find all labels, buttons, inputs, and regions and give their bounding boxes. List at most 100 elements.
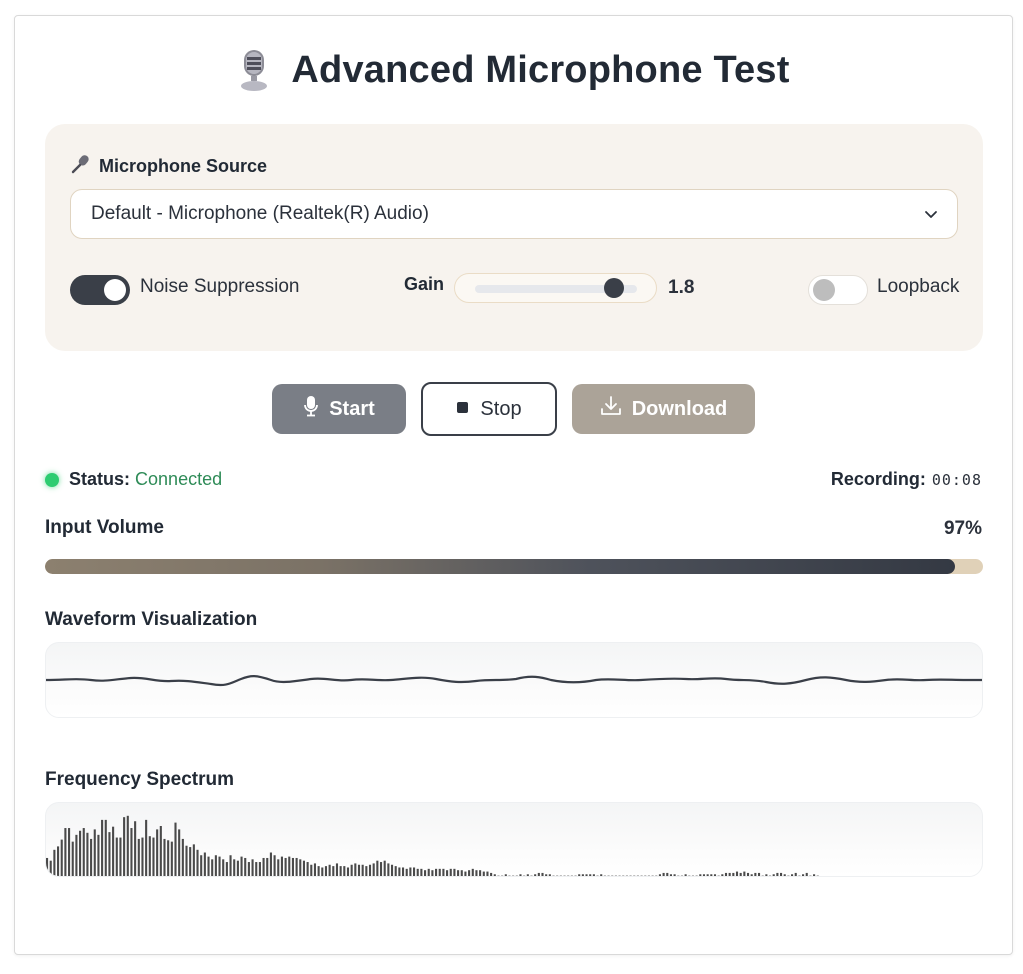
spectrum-bar [438, 868, 441, 876]
spectrum-bar [787, 875, 790, 876]
settings-panel: Microphone Source Default - Microphone (… [45, 124, 983, 351]
spectrum-bar [669, 874, 672, 876]
spectrum-bar [152, 837, 155, 876]
spectrum-bar [398, 867, 401, 876]
download-button[interactable]: Download [572, 384, 755, 434]
spectrum-bar [269, 852, 272, 876]
selected-microphone: Default - Microphone (Realtek(R) Audio) [91, 203, 429, 224]
spectrum-bar [457, 870, 460, 876]
input-volume-meter [45, 559, 983, 574]
noise-suppression-label: Noise Suppression [140, 276, 300, 297]
spectrum-bar [299, 859, 302, 876]
spectrum-bar [581, 874, 584, 876]
spectrum-bar [108, 832, 111, 876]
spectrum-bar [64, 828, 67, 876]
spectrum-bar [471, 868, 474, 876]
spectrum-bar [548, 874, 551, 876]
spectrum-bar [255, 862, 258, 876]
spectrum-bar [401, 867, 405, 876]
spectrum-bar [203, 852, 206, 876]
spectrum-bar [211, 859, 214, 876]
spectrum-bar [181, 838, 184, 876]
spectrum-bar [233, 859, 236, 876]
start-button[interactable]: Start [272, 384, 406, 434]
spectrum-bar [354, 863, 357, 876]
loopback-toggle[interactable] [808, 275, 868, 305]
spectrum-bar [629, 875, 632, 876]
spectrum-bar [101, 819, 104, 876]
spectrum-bar [794, 872, 797, 876]
spectrum-bar [713, 874, 717, 876]
gain-slider-handle[interactable] [604, 278, 625, 298]
spectrum-bar [75, 834, 78, 876]
spectrum-bar [280, 856, 283, 876]
spectrum-bar [420, 868, 423, 876]
spectrum-bar [310, 864, 313, 876]
spectrum-bar [596, 875, 599, 876]
spectrum-bar [383, 860, 386, 876]
spectrum-bar [49, 860, 52, 876]
spectrum-bar [295, 857, 298, 876]
spectrum-bar [68, 828, 71, 876]
spectrum-bar [409, 867, 412, 876]
spectrum-bar [156, 829, 159, 876]
spectrum-bar [416, 868, 419, 876]
spectrum-bar [798, 875, 801, 876]
gain-slider[interactable] [454, 273, 657, 303]
spectrum-bar [413, 867, 416, 876]
spectrum-bar [376, 860, 379, 876]
spectrum-bar [214, 855, 217, 876]
spectrum-bar [306, 862, 309, 876]
noise-suppression-toggle[interactable] [70, 275, 130, 305]
source-label: Microphone Source [71, 154, 267, 179]
spectrum-bar [541, 872, 544, 876]
spectrum-bar [240, 856, 243, 876]
spectrum-bar [46, 857, 49, 876]
spectrum-bar [563, 875, 566, 876]
spectrum-bar [460, 870, 463, 876]
spectrum-bar [570, 875, 573, 876]
spectrum-bar [809, 875, 812, 876]
spectrum-bar [90, 838, 93, 876]
spectrum-bar [236, 860, 239, 876]
stop-button[interactable]: Stop [421, 382, 557, 436]
spectrum-bar [534, 874, 537, 876]
spectrum-bar [655, 875, 658, 876]
download-icon [600, 396, 622, 422]
spectrum-bar [82, 828, 85, 876]
spectrum-bar [332, 866, 335, 876]
spectrum-bar [768, 875, 772, 876]
source-label-text: Microphone Source [99, 156, 268, 176]
spectrum-bar [691, 875, 695, 876]
spectrum-bar [119, 837, 122, 876]
spectrum-bar [640, 875, 643, 876]
spectrum-bar [167, 840, 170, 876]
spectrum-bar [387, 863, 390, 876]
spectrum-bar [343, 866, 346, 876]
spectrum-bar [508, 875, 511, 876]
microphone-icon [303, 395, 319, 423]
spectrum-bar [79, 830, 82, 876]
waveform-label: Waveform Visualization [45, 609, 258, 630]
spectrum-bar [757, 872, 761, 876]
spectrum-bar [321, 867, 324, 876]
spectrum-bar [222, 859, 225, 876]
spectrum-bar [442, 868, 445, 876]
spectrum-bar [526, 874, 529, 876]
spectrum-bar [123, 817, 126, 876]
spectrum-bar [134, 821, 137, 876]
spectrum-bar [424, 870, 427, 876]
spectrum-bar [772, 874, 775, 876]
spectrum-bar [317, 866, 320, 876]
spectrum-bar [552, 875, 555, 876]
spectrum-bar [200, 855, 203, 876]
spectrum-bar [724, 872, 728, 876]
spectrum-bar [405, 868, 408, 876]
spectrum-bar [141, 837, 144, 876]
spectrum-bar [258, 862, 261, 876]
microphone-select[interactable]: Default - Microphone (Realtek(R) Audio) [70, 189, 958, 239]
spectrum-bar [717, 875, 720, 876]
spectrum-bar [578, 874, 581, 876]
spectrum-bar [603, 875, 606, 876]
spectrum-bar [780, 872, 783, 876]
